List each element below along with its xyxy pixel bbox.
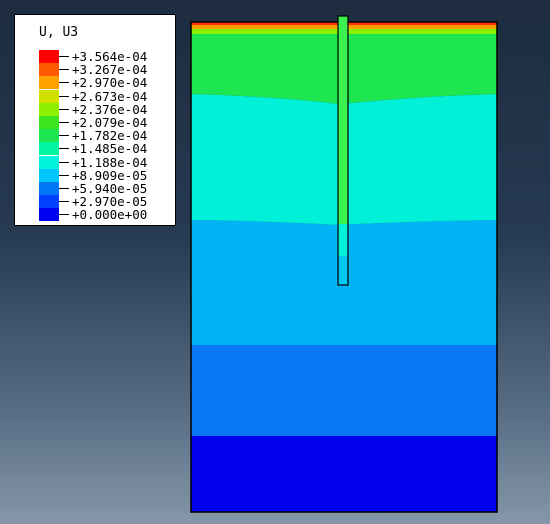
legend-tick [59,122,69,123]
legend-swatch [39,168,59,182]
legend-tick [59,135,69,137]
legend-label: +1.188e-04 [72,154,148,170]
legend-tick [59,82,69,84]
legend-tick [59,56,69,57]
legend-tick [59,174,69,176]
legend-label: +0.000e+00 [72,207,148,223]
legend-label: +2.970e-05 [72,194,148,210]
legend-label: +1.782e-04 [72,128,148,144]
legend-swatch [39,116,59,129]
legend-swatch [39,129,59,143]
legend-swatch [39,50,59,63]
legend-swatch [39,102,59,116]
viewport: U, U3 +3.564e-04 +3.267e-04 +2.970e-04 +2.6… [0,0,550,524]
legend-swatch [39,208,59,222]
legend-label: +2.673e-04 [72,88,148,104]
legend-label: +3.267e-04 [72,62,148,78]
legend-swatch [39,195,59,209]
legend-label: +5.940e-05 [72,181,148,196]
legend-swatch [39,89,59,103]
legend-tick [59,201,69,203]
legend-label: +1.485e-04 [72,141,148,157]
contour-legend: U, U3 +3.564e-04 +3.267e-04 +2.970e-04 +2.6… [14,14,176,226]
pile [337,15,349,286]
legend-swatch [39,63,59,77]
legend-label: +3.564e-04 [72,49,148,64]
legend-label: +2.376e-04 [72,101,148,117]
legend-tick [59,161,69,163]
legend-tick [59,188,69,189]
band-deep-blue [191,436,497,512]
legend-swatch [39,76,59,90]
pile-shaft-green [338,16,348,224]
legend-tick [59,214,69,216]
band-blue [191,345,497,436]
pile-tip-sky [338,256,348,285]
legend-tick [59,95,69,97]
legend-tick [59,148,69,150]
legend-tick [59,69,69,71]
legend-swatch [39,182,59,195]
legend-label: +2.079e-04 [72,115,148,130]
legend-swatch [39,142,59,156]
legend-swatch [39,155,59,169]
legend-tick [59,108,69,110]
pile-shaft-cyan [338,224,348,256]
legend-label: +2.970e-04 [72,75,148,91]
legend-label: +8.909e-05 [72,167,148,183]
legend-title: U, U3 [39,25,79,40]
